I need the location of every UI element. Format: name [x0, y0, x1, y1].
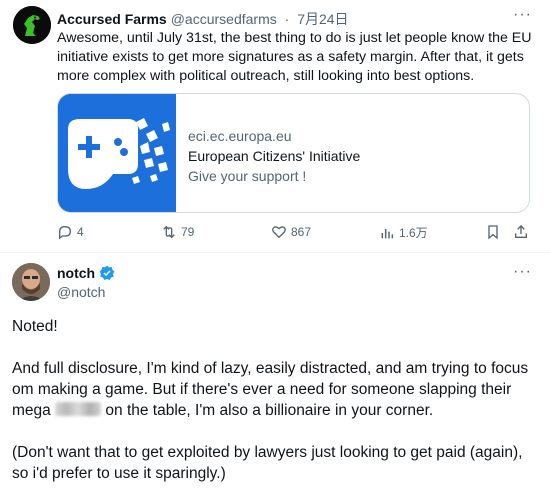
display-name[interactable]: notch — [57, 265, 95, 281]
divider — [0, 252, 550, 253]
like-count: 867 — [291, 225, 312, 239]
blurred-word — [55, 402, 102, 416]
paragraph-2-end: on the table, I'm also a billionaire in … — [101, 402, 434, 419]
timestamp[interactable]: 7月24日 — [297, 11, 348, 27]
tweet-text: Awesome, until July 31st, the best thing… — [57, 30, 532, 84]
reply-icon — [59, 225, 72, 240]
dinosaur-logo-icon — [13, 6, 51, 44]
share-button[interactable] — [513, 224, 529, 240]
repost-count: 79 — [181, 225, 195, 239]
card-image — [58, 94, 176, 212]
like-button[interactable]: 867 — [271, 224, 311, 240]
reply-button[interactable]: 4 — [57, 224, 84, 240]
tweet-accursed-farms[interactable]: Accursed Farms @accursedfarms · 7月24日 ···… — [0, 0, 550, 248]
avatar-accursed-farms[interactable] — [13, 6, 51, 44]
display-name-row: notch — [57, 265, 115, 281]
reply-count: 4 — [77, 225, 84, 239]
share-icon — [515, 225, 527, 238]
handle[interactable]: @accursedfarms — [171, 11, 277, 27]
repost-button[interactable]: 79 — [161, 224, 194, 240]
paragraph-1: Noted! — [12, 318, 58, 335]
card-description: Give your support ! — [188, 168, 307, 184]
paragraph-2: And full disclosure, I'm kind of lazy, e… — [12, 358, 537, 421]
heart-icon — [272, 226, 286, 239]
more-options-icon[interactable]: ··· — [513, 6, 532, 24]
card-text: eci.ec.europa.eu European Citizens' Init… — [188, 126, 360, 186]
view-count: 1.6万 — [399, 226, 428, 240]
card-title: European Citizens' Initiative — [188, 148, 361, 164]
display-name[interactable]: Accursed Farms — [57, 11, 167, 27]
gamepad-icon — [58, 94, 176, 212]
views-button[interactable]: 1.6万 — [379, 224, 428, 241]
separator: · — [284, 11, 290, 27]
bookmark-button[interactable] — [485, 224, 501, 240]
views-icon — [381, 228, 394, 238]
more-options-icon[interactable]: ··· — [513, 263, 532, 281]
card-domain: eci.ec.europa.eu — [188, 128, 292, 144]
author-line: Accursed Farms @accursedfarms · 7月24日 — [57, 9, 349, 29]
bookmark-icon — [488, 225, 498, 240]
portrait-icon — [12, 263, 50, 301]
verified-badge-icon — [99, 265, 115, 280]
repost-icon — [163, 225, 175, 239]
action-bar: 4 79 867 1.6万 — [57, 224, 532, 244]
paragraph-3: (Don't want that to get exploited by law… — [12, 444, 523, 482]
handle[interactable]: @notch — [57, 284, 105, 300]
tweet-text: Noted! And full disclosure, I'm kind of … — [12, 316, 537, 494]
link-card[interactable]: eci.ec.europa.eu European Citizens' Init… — [57, 93, 530, 213]
avatar-notch[interactable] — [12, 263, 50, 301]
